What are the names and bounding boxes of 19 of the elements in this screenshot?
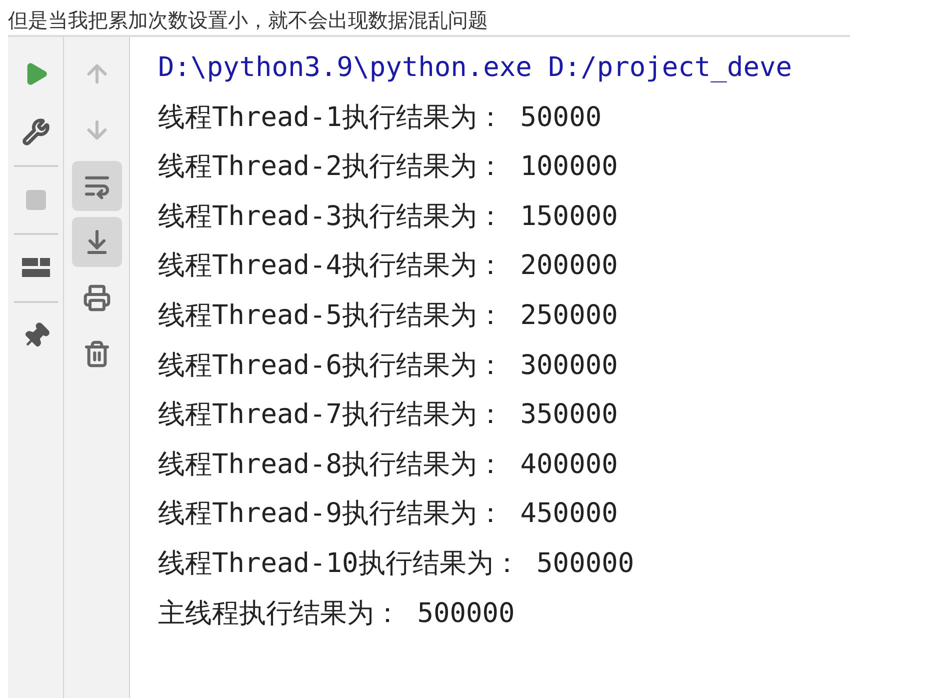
- console-output-line: 主线程执行结果为： 500000: [158, 596, 516, 631]
- console-output-line: 线程Thread-5执行结果为： 250000: [158, 298, 619, 333]
- trash-icon: [82, 340, 110, 368]
- layout-icon[interactable]: [22, 256, 50, 280]
- console-output-line: 线程Thread-10执行结果为： 500000: [158, 546, 636, 581]
- console-output-line: 线程Thread-8执行结果为： 400000: [158, 448, 619, 482]
- scroll-to-end-button[interactable]: [72, 217, 122, 267]
- console-output-line: 线程Thread-2执行结果为： 100000: [158, 150, 619, 184]
- wrench-icon[interactable]: [22, 118, 50, 146]
- console-output-line: 线程Thread-9执行结果为： 450000: [158, 497, 619, 532]
- console-output-line: 线程Thread-4执行结果为： 200000: [158, 249, 619, 284]
- console-output-line: 线程Thread-3执行结果为： 150000: [158, 200, 619, 234]
- printer-icon: [82, 284, 110, 312]
- console-output-line: 线程Thread-1执行结果为： 50000: [158, 100, 603, 135]
- caption-text: 但是当我把累加次数设置小，就不会出现数据混乱问题: [7, 7, 489, 34]
- console-command: D:\python3.9\python.exe D:/project_deve: [158, 51, 793, 85]
- console-output-line: 线程Thread-7执行结果为： 350000: [158, 398, 619, 432]
- soft-wrap-button[interactable]: [72, 161, 122, 211]
- console-output-line: 线程Thread-6执行结果为： 300000: [158, 348, 619, 383]
